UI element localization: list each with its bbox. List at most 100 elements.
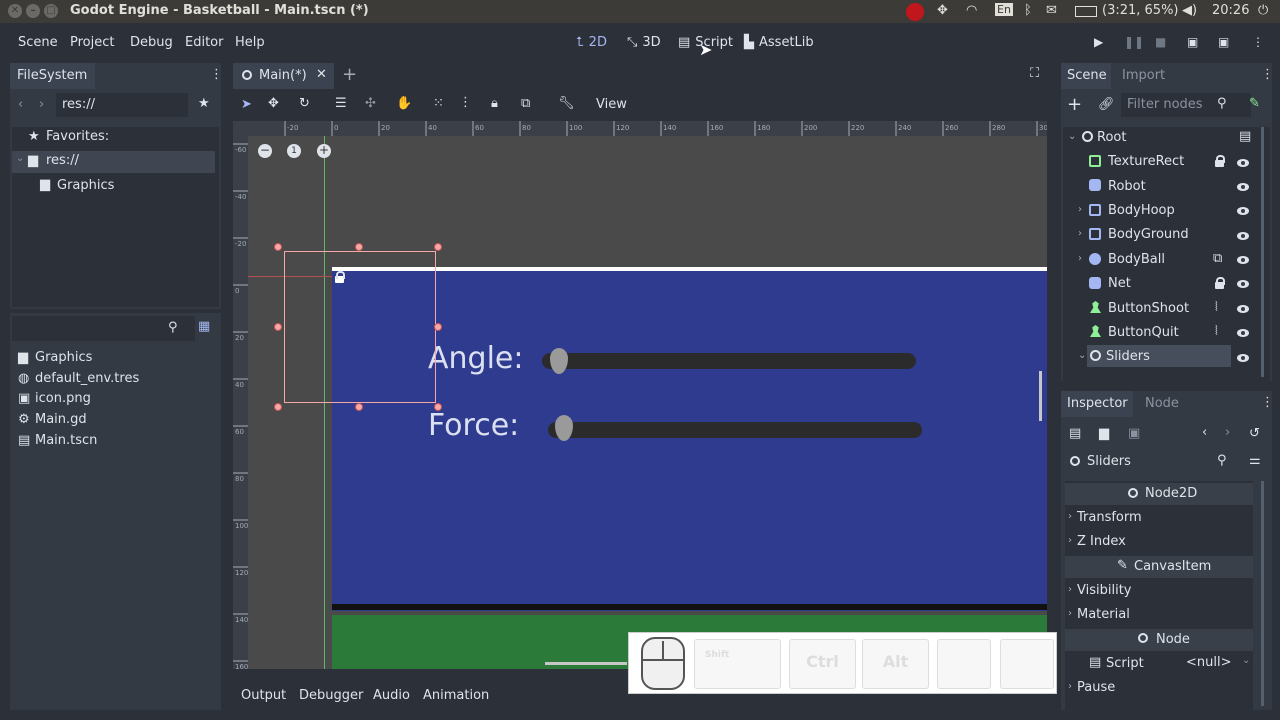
keyboard-lang[interactable]: En xyxy=(995,3,1013,16)
visibility-eye-icon[interactable] xyxy=(1237,354,1249,362)
menu-editor[interactable]: Editor xyxy=(185,35,223,50)
move-mode-icon[interactable]: ✥ xyxy=(268,96,279,111)
open-folder-icon[interactable]: ▆ xyxy=(1099,426,1109,441)
script-icon[interactable]: ▤ xyxy=(1239,129,1251,144)
pan-mode-icon[interactable]: ✋ xyxy=(396,96,412,111)
resize-handle[interactable] xyxy=(274,323,282,331)
menu-scene[interactable]: Scene xyxy=(18,35,58,50)
wifi-icon[interactable]: ◠ xyxy=(966,3,977,18)
play-scene-icon[interactable]: ▣ xyxy=(1187,35,1198,49)
signal-icon[interactable]: ⦚ xyxy=(1215,300,1218,315)
node-net[interactable]: Net xyxy=(1108,276,1131,291)
tab-debugger[interactable]: Debugger xyxy=(299,688,363,703)
group-transform[interactable]: Transform xyxy=(1077,510,1142,525)
clock[interactable]: 20:26 xyxy=(1212,3,1249,18)
add-node-icon[interactable]: + xyxy=(1067,94,1082,115)
chevron-right-icon[interactable]: › xyxy=(1078,253,1082,264)
link-icon[interactable]: 🔗︎ xyxy=(1098,97,1115,112)
forward-icon[interactable]: › xyxy=(39,97,44,112)
chevron-right-icon[interactable]: › xyxy=(1068,511,1072,522)
2d-viewport[interactable]: -20 0 20 40 60 80 100 120 140 160 180 200 220 240 260 2… xyxy=(233,121,1047,669)
list-select-icon[interactable]: ☰ xyxy=(335,96,347,111)
node-bodyball[interactable]: BodyBall xyxy=(1108,252,1165,267)
snap-options-icon[interactable]: ⋮ xyxy=(459,95,472,110)
pause-icon[interactable]: ❚❚ xyxy=(1124,35,1144,49)
signal-icon[interactable]: ⦚ xyxy=(1215,324,1218,339)
visibility-eye-icon[interactable] xyxy=(1237,305,1249,313)
dock-menu-icon[interactable]: ⋮ xyxy=(1261,395,1274,410)
menu-help[interactable]: Help xyxy=(235,35,265,50)
node-bodyground[interactable]: BodyGround xyxy=(1108,227,1189,242)
path-field[interactable]: res:// xyxy=(56,93,188,117)
close-window-icon[interactable]: ✕ xyxy=(8,4,22,18)
menu-debug[interactable]: Debug xyxy=(130,35,173,50)
visibility-eye-icon[interactable] xyxy=(1237,232,1249,240)
add-tab-icon[interactable]: + xyxy=(342,64,357,85)
resize-handle[interactable] xyxy=(355,243,363,251)
battery-status[interactable]: (3:21, 65%) xyxy=(1102,3,1179,18)
inspector-scrollbar[interactable] xyxy=(1261,481,1264,706)
search-icon[interactable]: ⚲ xyxy=(168,320,178,335)
chevron-right-icon[interactable]: › xyxy=(1078,204,1082,215)
visibility-eye-icon[interactable] xyxy=(1237,207,1249,215)
horizontal-scrollbar[interactable] xyxy=(545,662,627,665)
snap-icon[interactable]: ⁙ xyxy=(433,96,444,111)
chevron-right-icon[interactable]: › xyxy=(1068,608,1072,619)
workspace-2d[interactable]: ⮤ 2D xyxy=(576,35,607,50)
volume-icon[interactable]: ◀) xyxy=(1182,3,1197,18)
selection-rect[interactable] xyxy=(284,251,436,403)
select-mode-icon[interactable]: ➤ xyxy=(241,97,252,112)
visibility-eye-icon[interactable] xyxy=(1237,329,1249,337)
tab-animation[interactable]: Animation xyxy=(423,688,489,703)
save-icon[interactable]: ▣ xyxy=(1128,426,1140,441)
more-options-icon[interactable]: ⋮ xyxy=(1252,35,1264,49)
grid-view-icon[interactable]: ▦ xyxy=(198,319,210,334)
tree-row-res[interactable] xyxy=(12,151,215,173)
node-buttonshoot[interactable]: ButtonShoot xyxy=(1108,301,1189,316)
chevron-down-icon[interactable]: ⌄ xyxy=(1078,350,1086,361)
chevron-down-icon[interactable]: ⌄ xyxy=(1068,131,1076,142)
stop-icon[interactable]: ■ xyxy=(1155,35,1166,49)
chevron-right-icon[interactable]: › xyxy=(1078,228,1082,239)
resize-handle[interactable] xyxy=(434,403,442,411)
node-texturerect[interactable]: TextureRect xyxy=(1108,154,1184,169)
rotate-mode-icon[interactable]: ↻ xyxy=(299,96,310,111)
close-tab-icon[interactable]: ✕ xyxy=(316,67,327,82)
favorite-star-icon[interactable]: ★ xyxy=(198,96,210,111)
file-item[interactable]: icon.png xyxy=(35,391,91,406)
tab-audio[interactable]: Audio xyxy=(373,688,410,703)
inspected-object-name[interactable]: Sliders xyxy=(1087,454,1131,469)
record-indicator-icon[interactable] xyxy=(906,3,924,21)
tab-node[interactable]: Node xyxy=(1145,396,1179,411)
new-resource-icon[interactable]: ▤ xyxy=(1069,426,1081,441)
minimize-window-icon[interactable]: – xyxy=(26,4,40,18)
dropbox-icon[interactable]: ✥ xyxy=(937,3,948,18)
zoom-reset-icon[interactable]: 1 xyxy=(287,144,301,158)
vertical-scrollbar[interactable] xyxy=(1039,371,1042,421)
file-item[interactable]: Graphics xyxy=(35,350,92,365)
tab-output[interactable]: Output xyxy=(241,688,286,703)
resize-handle[interactable] xyxy=(434,243,442,251)
chevron-right-icon[interactable]: › xyxy=(1068,535,1072,546)
properties-options-icon[interactable]: ⚌ xyxy=(1249,453,1261,468)
tree-graphics-label[interactable]: Graphics xyxy=(57,178,114,193)
node-root[interactable]: Root xyxy=(1097,130,1126,145)
workspace-3d[interactable]: ⤡ 3D xyxy=(627,35,661,50)
scene-scrollbar[interactable] xyxy=(1261,127,1264,377)
dock-menu-icon[interactable]: ⋮ xyxy=(1261,67,1274,82)
power-icon[interactable]: ⏻ xyxy=(1258,3,1268,18)
group-zindex[interactable]: Z Index xyxy=(1077,534,1126,549)
node-buttonquit[interactable]: ButtonQuit xyxy=(1108,325,1179,340)
search-icon[interactable]: ⚲ xyxy=(1217,453,1227,468)
battery-icon[interactable] xyxy=(1075,6,1097,17)
resize-handle[interactable] xyxy=(274,403,282,411)
dock-menu-icon[interactable]: ⋮ xyxy=(210,67,223,82)
resize-handle[interactable] xyxy=(434,323,442,331)
bluetooth-icon[interactable]: ᛒ xyxy=(1024,3,1032,18)
group-pause[interactable]: Pause xyxy=(1077,680,1115,695)
chevron-right-icon[interactable]: › xyxy=(1068,681,1072,692)
filter-nodes-input[interactable]: Filter nodes xyxy=(1121,93,1251,117)
skeleton-icon[interactable]: 🔧︎ xyxy=(558,96,575,111)
zoom-out-icon[interactable]: − xyxy=(258,144,272,158)
node-bodyhoop[interactable]: BodyHoop xyxy=(1108,203,1175,218)
